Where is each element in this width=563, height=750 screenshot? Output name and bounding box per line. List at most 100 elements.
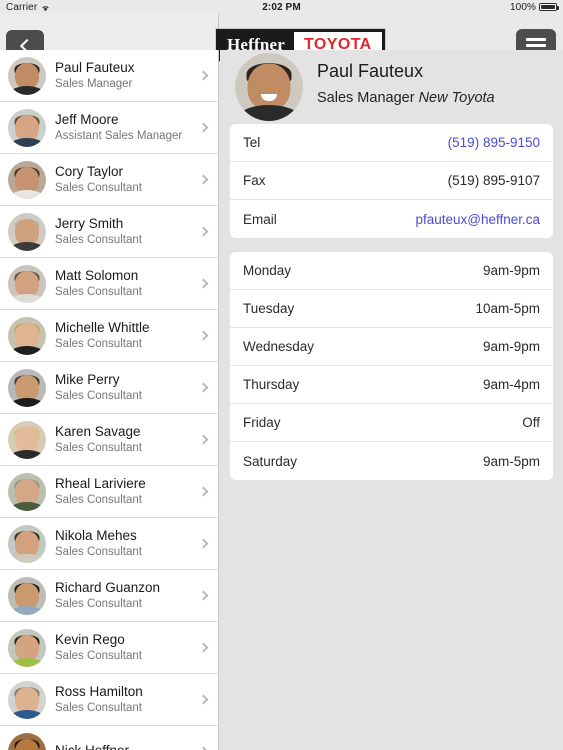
list-item-text: Cory Taylor Sales Consultant	[55, 164, 142, 195]
chevron-right-icon	[198, 746, 209, 750]
chevron-right-icon	[198, 330, 209, 340]
chevron-right-icon	[198, 642, 209, 652]
row-label: Saturday	[243, 453, 298, 469]
list-item[interactable]: Kevin Rego Sales Consultant	[0, 622, 218, 674]
row-label: Monday	[243, 263, 292, 278]
list-item[interactable]: Rheal Lariviere Sales Consultant	[0, 466, 218, 518]
row-label: Wednesday	[243, 339, 315, 354]
list-item-role: Sales Consultant	[55, 390, 142, 402]
battery-percent-label: 100%	[510, 1, 536, 13]
list-item[interactable]: Mike Perry Sales Consultant	[0, 362, 218, 414]
avatar	[8, 160, 46, 199]
contact-name: Paul Fauteux	[317, 61, 424, 81]
list-item-role: Sales Consultant	[55, 650, 142, 662]
list-item-name: Rheal Lariviere	[55, 476, 146, 491]
status-bar-right: 100%	[510, 1, 559, 13]
avatar	[8, 368, 46, 407]
list-item-name: Richard Guanzon	[55, 580, 161, 595]
list-item-role: Sales Consultant	[55, 234, 142, 246]
app-root: Carrier 2:02 PM 100% Heffner TOYOTA Paul…	[0, 0, 563, 750]
row-value: Off	[522, 415, 540, 430]
list-item[interactable]: Cory Taylor Sales Consultant	[0, 154, 218, 206]
chevron-right-icon	[198, 70, 209, 80]
table-row[interactable]: Tel (519) 895-9150	[230, 124, 553, 162]
contact-detail-pane: Paul Fauteux Sales Manager New Toyota Te…	[220, 50, 563, 750]
row-label: Friday	[243, 415, 281, 430]
chevron-right-icon	[198, 174, 209, 184]
list-item-name: Nikola Mehes	[55, 528, 137, 543]
list-item-text: Rheal Lariviere Sales Consultant	[55, 476, 146, 507]
list-item-text: Jeff Moore Assistant Sales Manager	[55, 112, 182, 143]
chevron-right-icon	[198, 122, 209, 132]
table-row: Friday Off	[230, 404, 553, 442]
list-item[interactable]: Karen Savage Sales Consultant	[0, 414, 218, 466]
avatar	[8, 264, 46, 303]
chevron-right-icon	[198, 694, 209, 704]
chevron-right-icon	[198, 590, 209, 600]
clock-label: 2:02 PM	[262, 1, 301, 13]
table-row: Monday 9am-9pm	[230, 252, 553, 290]
list-item[interactable]: Ross Hamilton Sales Consultant	[0, 674, 218, 726]
list-item[interactable]: Nikola Mehes Sales Consultant	[0, 518, 218, 570]
nav-bar: Heffner TOYOTA	[0, 14, 563, 62]
row-value[interactable]: (519) 895-9150	[448, 135, 540, 150]
list-item[interactable]: Matt Solomon Sales Consultant	[0, 258, 218, 310]
avatar	[8, 316, 46, 355]
table-row: Tuesday 10am-5pm	[230, 290, 553, 328]
list-item-text: Nikola Mehes Sales Consultant	[55, 528, 142, 559]
row-label: Tuesday	[243, 301, 295, 316]
row-value: 10am-5pm	[475, 301, 540, 316]
list-item-name: Karen Savage	[55, 424, 141, 439]
list-item-name: Paul Fauteux	[55, 60, 135, 75]
table-row: Fax (519) 895-9107	[230, 162, 553, 200]
row-label: Thursday	[243, 377, 300, 392]
battery-full-icon	[539, 3, 559, 11]
list-item-text: Matt Solomon Sales Consultant	[55, 268, 142, 299]
table-row[interactable]: Email pfauteux@heffner.ca	[230, 200, 553, 238]
list-item-text: Richard Guanzon Sales Consultant	[55, 580, 160, 611]
list-item-text: Nick Heffner	[55, 743, 129, 750]
list-item[interactable]: Nick Heffner	[0, 726, 218, 750]
chevron-right-icon	[198, 486, 209, 496]
avatar	[8, 524, 46, 563]
list-item-text: Michelle Whittle Sales Consultant	[55, 320, 150, 351]
row-value: 9am-4pm	[482, 377, 540, 392]
row-value: (519) 895-9107	[447, 173, 540, 188]
list-item-name: Michelle Whittle	[55, 320, 150, 335]
list-item[interactable]: Michelle Whittle Sales Consultant	[0, 310, 218, 362]
list-item-name: Cory Taylor	[55, 164, 124, 179]
chevron-right-icon	[198, 226, 209, 236]
list-item-role: Sales Consultant	[55, 598, 142, 610]
list-item-name: Mike Perry	[55, 372, 120, 387]
avatar	[235, 53, 303, 121]
row-value: 9am-9pm	[482, 263, 540, 278]
list-item-text: Karen Savage Sales Consultant	[55, 424, 142, 455]
list-item[interactable]: Paul Fauteux Sales Manager	[0, 50, 218, 102]
list-item[interactable]: Richard Guanzon Sales Consultant	[0, 570, 218, 622]
avatar	[8, 56, 46, 95]
contact-role: Sales Manager New Toyota	[317, 87, 495, 109]
staff-list[interactable]: Paul Fauteux Sales Manager Jeff Moore Assis…	[0, 50, 219, 750]
contact-role-title: Sales Manager	[317, 90, 419, 106]
row-label: Tel	[243, 135, 261, 150]
chevron-right-icon	[198, 278, 209, 288]
table-row: Saturday 9am-5pm	[230, 442, 553, 480]
row-label: Fax	[243, 173, 266, 188]
list-item-name: Jerry Smith	[55, 216, 124, 231]
list-item-role: Sales Consultant	[55, 286, 142, 298]
list-item-text: Kevin Rego Sales Consultant	[55, 632, 142, 663]
list-item-text: Ross Hamilton Sales Consultant	[55, 684, 143, 715]
list-item-name: Matt Solomon	[55, 268, 139, 283]
list-item-role: Sales Manager	[55, 78, 133, 90]
list-item-text: Mike Perry Sales Consultant	[55, 372, 142, 403]
table-row: Wednesday 9am-9pm	[230, 328, 553, 366]
avatar	[8, 680, 46, 719]
row-value[interactable]: pfauteux@heffner.ca	[415, 212, 540, 227]
list-item-role: Sales Consultant	[55, 182, 142, 194]
list-item[interactable]: Jerry Smith Sales Consultant	[0, 206, 218, 258]
list-item[interactable]: Jeff Moore Assistant Sales Manager	[0, 102, 218, 154]
row-label: Email	[243, 211, 277, 227]
business-hours-card: Monday 9am-9pm Tuesday 10am-5pm Wednesday 9am…	[230, 252, 553, 480]
list-item-role: Sales Consultant	[55, 546, 142, 558]
chevron-right-icon	[198, 434, 209, 444]
